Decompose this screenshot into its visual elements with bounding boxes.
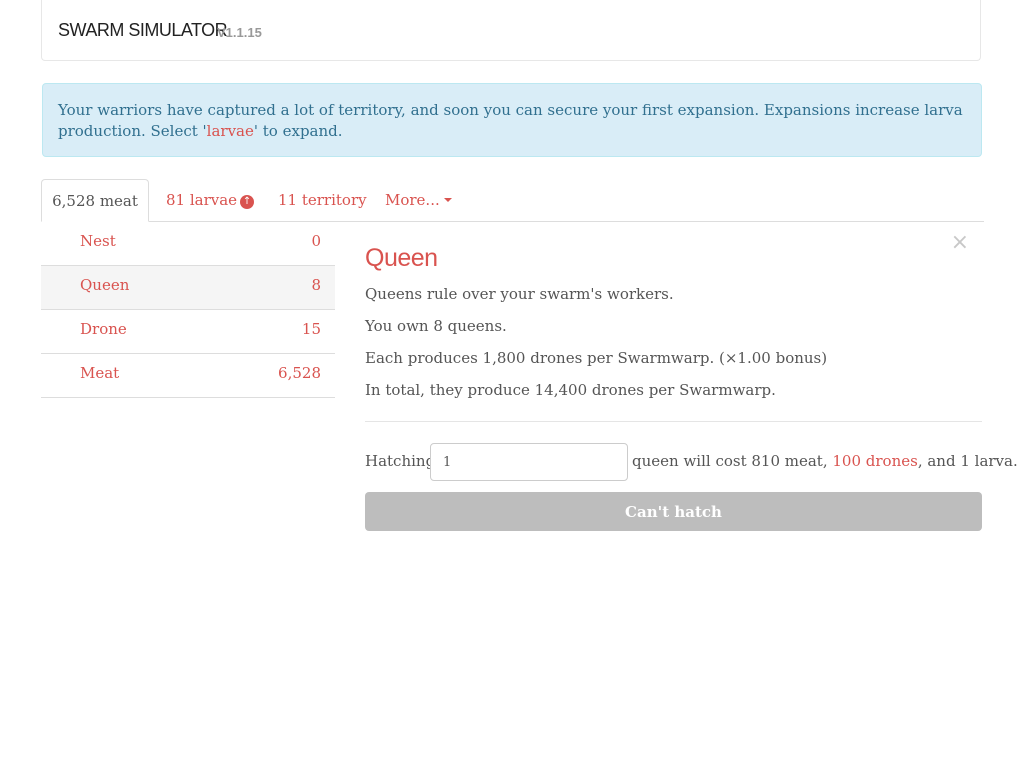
caret-down-icon: [443, 198, 452, 202]
close-icon[interactable]: ×: [951, 232, 969, 254]
unit-name: Drone: [80, 320, 127, 338]
unit-name: Queen: [80, 276, 130, 294]
upgrade-arrow-icon: ↑: [240, 195, 255, 209]
cost-text-after: , and 1 larva.: [917, 452, 1018, 470]
unit-count: 6,528: [278, 364, 321, 382]
unit-production-each: Each produces 1,800 drones per Swarmwarp…: [365, 349, 828, 367]
cant-hatch-button[interactable]: Can't hatch: [365, 492, 982, 531]
unit-row-nest[interactable]: Nest 0: [41, 222, 335, 266]
divider: [365, 421, 982, 422]
unit-description: Queens rule over your swarm's workers.: [365, 285, 674, 303]
resource-tabs: 6,528 meat 81 larvae ↑ 11 territory More.…: [41, 179, 984, 222]
unit-production-total: In total, they produce 14,400 drones per…: [365, 381, 776, 399]
unit-count: 8: [311, 276, 321, 294]
alert-text-before: Your warriors have captured a lot of ter…: [58, 101, 963, 140]
unit-name: Nest: [80, 232, 116, 250]
unit-row-meat[interactable]: Meat 6,528: [41, 354, 335, 398]
unit-list: Nest 0 Queen 8 Drone 15 Meat 6,528: [41, 222, 335, 398]
hatch-cost-text: queen will cost 810 meat, 100 drones, an…: [632, 452, 1018, 470]
tab-larvae[interactable]: 81 larvae ↑: [166, 179, 255, 221]
cost-text-before: queen will cost 810 meat,: [632, 452, 833, 470]
cost-drones-link[interactable]: 100 drones: [832, 452, 917, 470]
tutorial-alert: Your warriors have captured a lot of ter…: [42, 83, 982, 157]
version-label[interactable]: V1.1.15: [217, 25, 262, 40]
alert-text-after: ' to expand.: [253, 122, 343, 140]
hatch-row: Hatching queen will cost 810 meat, 100 d…: [365, 443, 1018, 481]
unit-row-queen[interactable]: Queen 8: [41, 266, 335, 310]
navbar: SWARM SIMULATOR V1.1.15: [41, 0, 981, 61]
unit-name: Meat: [80, 364, 120, 382]
hatch-quantity-input[interactable]: [430, 443, 628, 481]
unit-title: Queen: [365, 244, 438, 272]
tab-territory[interactable]: 11 territory: [278, 179, 367, 221]
tab-more-dropdown[interactable]: More...: [385, 179, 452, 221]
tab-larvae-label: 81 larvae: [166, 191, 238, 209]
tab-meat[interactable]: 6,528 meat: [41, 179, 149, 222]
unit-owned: You own 8 queens.: [365, 317, 507, 335]
hatch-label: Hatching: [365, 452, 436, 470]
unit-count: 15: [301, 320, 321, 338]
tab-meat-label: 6,528 meat: [52, 192, 138, 210]
tab-more-label: More...: [385, 191, 440, 209]
unit-count: 0: [311, 232, 321, 250]
alert-larvae-link[interactable]: larvae: [207, 122, 254, 140]
unit-row-drone[interactable]: Drone 15: [41, 310, 335, 354]
tab-territory-label: 11 territory: [278, 191, 367, 209]
brand-title[interactable]: SWARM SIMULATOR: [58, 20, 228, 41]
